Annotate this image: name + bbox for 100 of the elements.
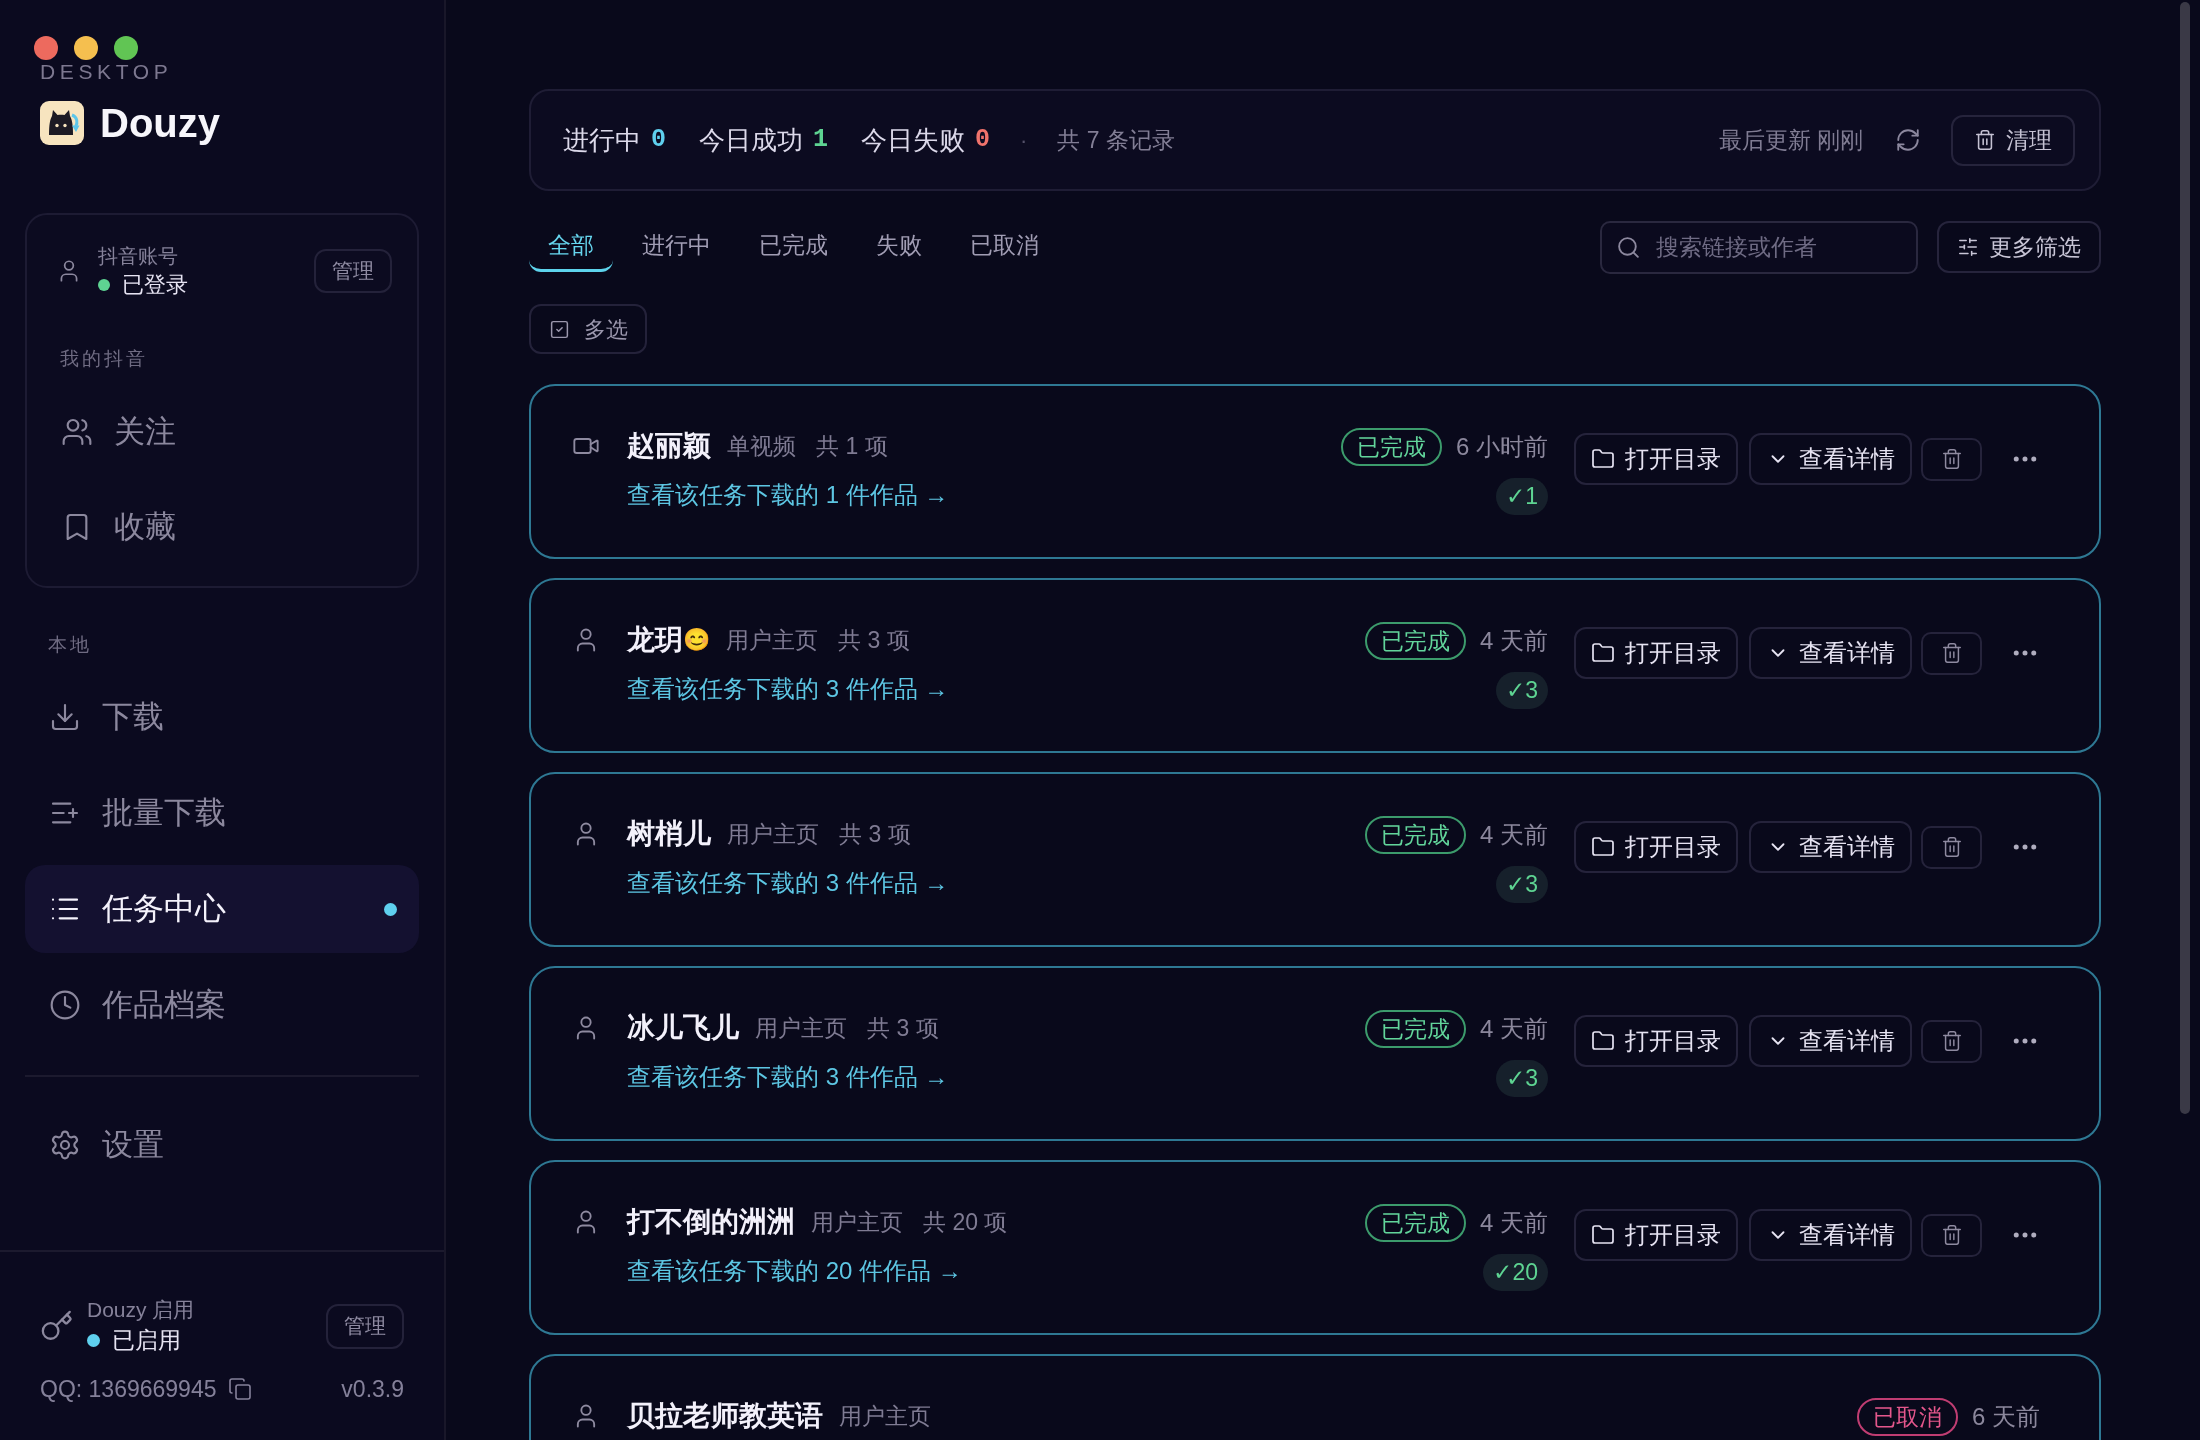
task-title: 树梢儿 [627, 817, 711, 851]
stat-label: 今日失败 [861, 124, 966, 157]
folder-icon [1591, 1223, 1615, 1247]
license-status: 已启用 [112, 1326, 181, 1355]
section-heading: 我的抖音 [60, 347, 148, 371]
item-count: 共 1 项 [816, 432, 888, 461]
delete-button[interactable] [1921, 825, 1982, 869]
view-details-button[interactable]: 查看详情 [1749, 627, 1912, 679]
cat-logo-icon [40, 101, 84, 145]
manage-button[interactable]: 管理 [314, 249, 392, 293]
window-close-button[interactable] [34, 36, 58, 60]
item-count: 共 3 项 [839, 820, 911, 849]
clear-button[interactable]: 清理 [1951, 114, 2075, 166]
task-link[interactable]: 查看该任务下载的 3 件作品 → [627, 1062, 949, 1092]
account-label: 抖音账号 [98, 244, 178, 269]
trash-icon [1940, 1224, 1963, 1246]
trash-icon [1974, 129, 1996, 151]
window-minimize-button[interactable] [74, 36, 98, 60]
task-time: 6 天前 [1972, 1402, 2040, 1432]
task-type: 用户主页 [755, 1014, 847, 1043]
status-badge: 已完成 [1365, 1010, 1466, 1048]
folder-icon [1591, 1029, 1615, 1053]
nav-item[interactable]: 关注 [37, 387, 407, 476]
folder-icon [1591, 447, 1615, 471]
view-details-button[interactable]: 查看详情 [1749, 1015, 1912, 1067]
success-count: ✓1 [1496, 478, 1548, 515]
task-link[interactable]: 查看该任务下载的 1 件作品 → [627, 480, 949, 510]
key-icon [40, 1309, 74, 1343]
search-field[interactable]: 搜索链接或作者 [1600, 221, 1918, 274]
success-count: ✓20 [1483, 1254, 1548, 1291]
status-badge: 已取消 [1857, 1398, 1958, 1436]
task-time: 4 天前 [1480, 626, 1548, 656]
trash-icon [1940, 642, 1963, 664]
view-details-button[interactable]: 查看详情 [1749, 1209, 1912, 1261]
nav-item[interactable]: 任务中心 [25, 865, 419, 953]
task-link[interactable]: 查看该任务下载的 3 件作品 → [627, 674, 949, 704]
manage-button[interactable]: 管理 [326, 1303, 404, 1349]
delete-button[interactable] [1921, 437, 1982, 481]
open-folder-button[interactable]: 打开目录 [1574, 1209, 1738, 1261]
filter-tab[interactable]: 进行中 [623, 221, 730, 272]
task-title: 龙玥 [627, 623, 683, 657]
task-title: 赵丽颖 [627, 429, 711, 463]
view-details-button[interactable]: 查看详情 [1749, 433, 1912, 485]
task-time: 4 天前 [1480, 1208, 1548, 1238]
stat-value: 1 [813, 124, 829, 156]
view-details-button[interactable]: 查看详情 [1749, 821, 1912, 873]
success-count: ✓3 [1496, 672, 1548, 709]
open-folder-button[interactable]: 打开目录 [1574, 821, 1738, 873]
nav-item[interactable]: 作品档案 [25, 961, 419, 1049]
trash-icon [1940, 836, 1963, 858]
task-link[interactable]: 查看该任务下载的 20 件作品 → [627, 1256, 962, 1286]
task-title: 贝拉老师教英语 [627, 1399, 823, 1433]
status-badge: 已完成 [1365, 816, 1466, 854]
download-icon [49, 701, 81, 733]
login-status: 已登录 [122, 271, 188, 299]
nav-item[interactable]: 设置 [25, 1101, 419, 1189]
nav-item[interactable]: 批量下载 [25, 769, 419, 857]
filter-tab[interactable]: 失败 [857, 221, 941, 272]
task-time: 4 天前 [1480, 820, 1548, 850]
task-type: 用户主页 [726, 626, 818, 655]
multi-select-button[interactable]: 多选 [529, 304, 647, 354]
stat-value: 0 [651, 124, 666, 156]
last-updated: 最后更新 刚刚 [1718, 126, 1863, 155]
item-count: 共 3 项 [867, 1014, 939, 1043]
open-folder-button[interactable]: 打开目录 [1574, 1015, 1738, 1067]
nav-item[interactable]: 下载 [25, 673, 419, 761]
status-badge: 已完成 [1365, 622, 1466, 660]
search-icon [1616, 235, 1641, 260]
trash-icon [1940, 448, 1963, 470]
trash-icon [1940, 1030, 1963, 1052]
task-time: 4 天前 [1480, 1014, 1548, 1044]
license-label: Douzy 启用 [87, 1297, 195, 1323]
version-label: v0.3.9 [341, 1375, 404, 1404]
sliders-icon [1957, 236, 1979, 258]
filter-tab[interactable]: 全部 [529, 221, 613, 272]
task-time: 6 小时前 [1456, 432, 1548, 462]
delete-button[interactable] [1921, 1019, 1982, 1063]
success-count: ✓3 [1496, 1060, 1548, 1097]
filter-tab[interactable]: 已取消 [951, 221, 1058, 272]
task-link[interactable]: 查看该任务下载的 3 件作品 → [627, 868, 949, 898]
delete-button[interactable] [1921, 631, 1982, 675]
open-folder-button[interactable]: 打开目录 [1574, 433, 1738, 485]
separator: · [1020, 126, 1028, 155]
filter-tab[interactable]: 已完成 [740, 221, 847, 272]
task-type: 用户主页 [811, 1208, 903, 1237]
more-filters-button[interactable]: 更多筛选 [1937, 221, 2101, 273]
app-name: Douzy [100, 100, 220, 147]
settings-icon [49, 1129, 81, 1161]
stat-label: 今日成功 [699, 124, 803, 157]
scrollbar-thumb[interactable] [2180, 2, 2190, 1114]
stat-label: 进行中 [563, 124, 641, 157]
window-maximize-button[interactable] [114, 36, 138, 60]
task-title: 冰儿飞儿 [627, 1011, 739, 1045]
open-folder-button[interactable]: 打开目录 [1574, 627, 1738, 679]
smiley-emoji-icon: 😊 [683, 628, 710, 652]
nav-item[interactable]: 收藏 [37, 482, 407, 571]
copy-icon[interactable] [228, 1377, 253, 1401]
item-count: 共 3 项 [838, 626, 910, 655]
refresh-icon[interactable] [1895, 127, 1921, 153]
delete-button[interactable] [1921, 1213, 1982, 1257]
